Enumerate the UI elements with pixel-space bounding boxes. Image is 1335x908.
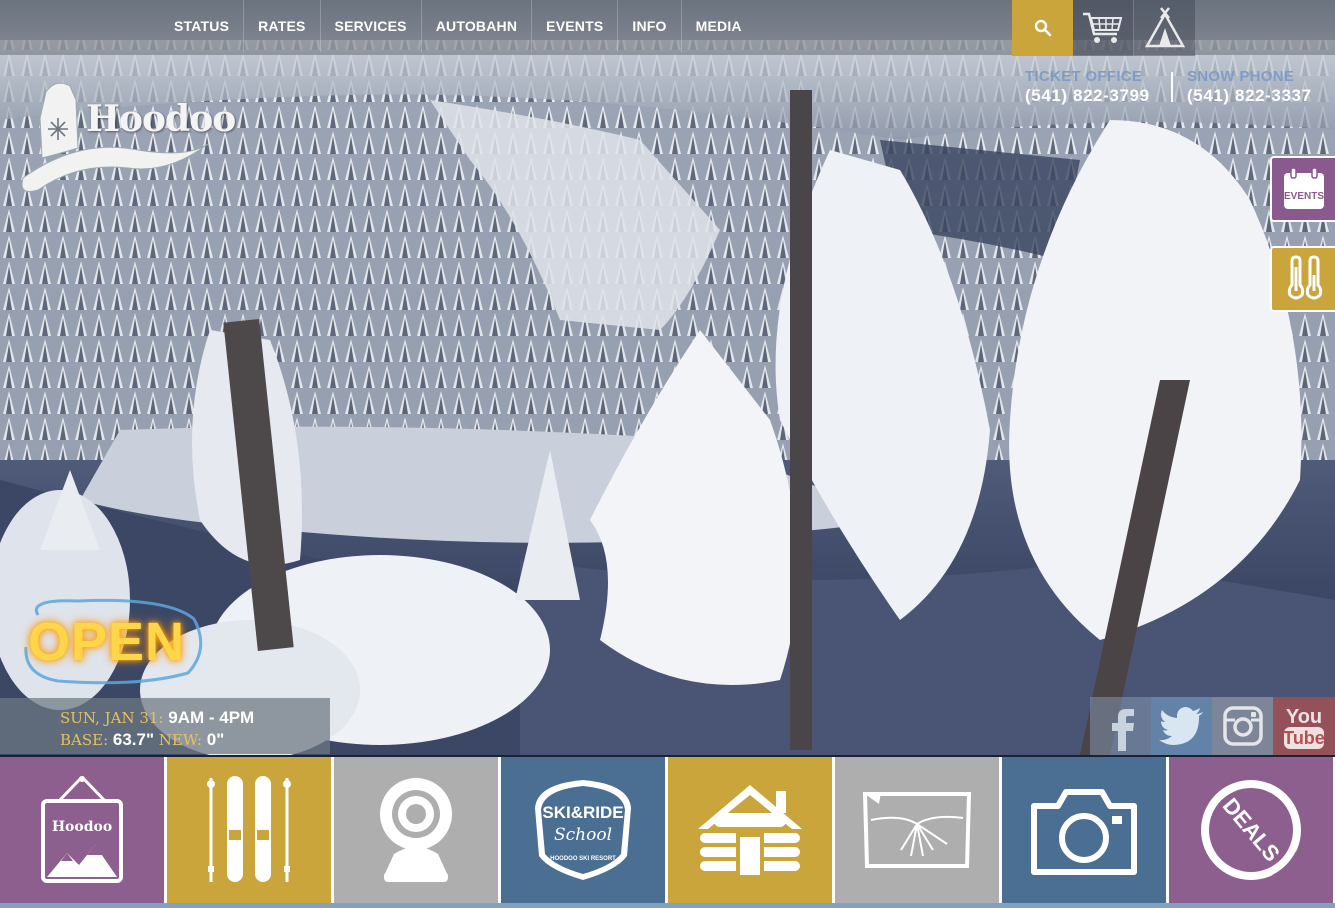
ski-school-line3: HOODOO SKI RESORT	[550, 856, 616, 862]
footer-strip	[0, 903, 1335, 908]
cart-button[interactable]	[1073, 0, 1134, 56]
tile-photos[interactable]	[1002, 757, 1166, 903]
snow-phone-label: SNOW PHONE	[1187, 68, 1295, 85]
tile-rentals[interactable]	[167, 757, 331, 903]
ticket-office-label: TICKET OFFICE	[1025, 68, 1143, 85]
facebook-icon	[1111, 709, 1134, 751]
weather-side-tab[interactable]	[1270, 246, 1335, 312]
nav-services[interactable]: SERVICES	[321, 0, 422, 52]
youtube-label-bottom: Tube	[1283, 728, 1325, 748]
nav-status[interactable]: STATUS	[160, 0, 245, 52]
contact-divider	[1171, 72, 1173, 102]
feature-tiles: Hoodoo SKI&RIDE School HOODOO SKI RESORT…	[0, 757, 1335, 903]
trail-sign-icon: Hoodoo	[41, 775, 123, 883]
twitter-link[interactable]	[1151, 697, 1212, 755]
new-value: 0"	[206, 730, 225, 749]
base-value: 63.7"	[112, 730, 155, 749]
camera-icon	[1031, 789, 1137, 875]
tile-deals[interactable]: DEALS	[1169, 757, 1333, 903]
thermometer-icon	[1287, 255, 1322, 300]
hoodoo-logo[interactable]: Hoodoo	[18, 78, 236, 202]
logo-emblem	[21, 82, 209, 192]
instagram-link[interactable]	[1212, 697, 1273, 755]
ski-school-badge-icon: SKI&RIDE School HOODOO SKI RESORT	[535, 780, 631, 880]
deals-sticker-icon: DEALS	[1201, 780, 1302, 880]
map-icon	[862, 792, 972, 868]
open-status-text: OPEN	[28, 612, 186, 672]
ski-school-line1: SKI&RIDE	[542, 803, 623, 822]
ticket-office: TICKET OFFICE (541) 822-3799	[1025, 68, 1150, 106]
tile-trail-map-print[interactable]	[835, 757, 999, 903]
snow-phone: SNOW PHONE (541) 822-3337	[1187, 68, 1312, 106]
tile-ski-ride-school[interactable]: SKI&RIDE School HOODOO SKI RESORT	[501, 757, 665, 903]
logo-text: Hoodoo	[86, 98, 236, 140]
nav-info[interactable]: INFO	[618, 0, 682, 52]
skis-icon	[207, 776, 291, 882]
facebook-link[interactable]	[1090, 697, 1151, 755]
log-cabin-icon	[698, 785, 802, 875]
snow-phone-number[interactable]: (541) 822-3337	[1187, 86, 1312, 106]
search-icon	[1034, 19, 1051, 37]
tile-webcam[interactable]	[334, 757, 498, 903]
ticket-office-phone[interactable]: (541) 822-3799	[1025, 86, 1150, 106]
search-button[interactable]	[1012, 0, 1073, 56]
new-label: NEW:	[158, 731, 203, 749]
twitter-icon	[1158, 707, 1203, 745]
youtube-link[interactable]: You Tube	[1273, 697, 1335, 755]
camping-button[interactable]	[1134, 0, 1195, 56]
nav-media[interactable]: MEDIA	[682, 0, 756, 52]
events-tab-label: EVENTS	[1283, 191, 1323, 202]
hours-row: SUN, JAN 31: 9AM - 4PM	[60, 707, 330, 729]
ski-school-line2: School	[554, 825, 612, 845]
snow-depth-row: BASE: 63.7" NEW: 0"	[60, 729, 330, 751]
youtube-icon: You Tube	[1283, 706, 1325, 749]
instagram-icon	[1222, 706, 1263, 746]
webcam-icon	[380, 778, 452, 882]
tile-trail-map[interactable]: Hoodoo	[0, 757, 164, 903]
nav-rates[interactable]: RATES	[244, 0, 321, 52]
main-nav: STATUS RATES SERVICES AUTOBAHN EVENTS IN…	[160, 0, 756, 52]
cart-icon	[1083, 12, 1123, 43]
conditions-panel: SUN, JAN 31: 9AM - 4PM BASE: 63.7" NEW: …	[0, 698, 330, 754]
calendar-icon: EVENTS	[1283, 167, 1324, 209]
events-side-tab[interactable]: EVENTS	[1270, 156, 1335, 222]
teepee-icon	[1144, 7, 1185, 48]
open-neon-sign: OPEN	[18, 595, 208, 687]
trail-sign-logo: Hoodoo	[52, 819, 112, 835]
date-label: SUN, JAN 31:	[60, 709, 164, 727]
hours-value: 9AM - 4PM	[168, 708, 255, 727]
youtube-label-top: You	[1286, 706, 1322, 728]
nav-autobahn[interactable]: AUTOBAHN	[422, 0, 533, 52]
nav-events[interactable]: EVENTS	[532, 0, 619, 52]
tile-lodging[interactable]	[668, 757, 832, 903]
base-label: BASE:	[60, 731, 109, 749]
